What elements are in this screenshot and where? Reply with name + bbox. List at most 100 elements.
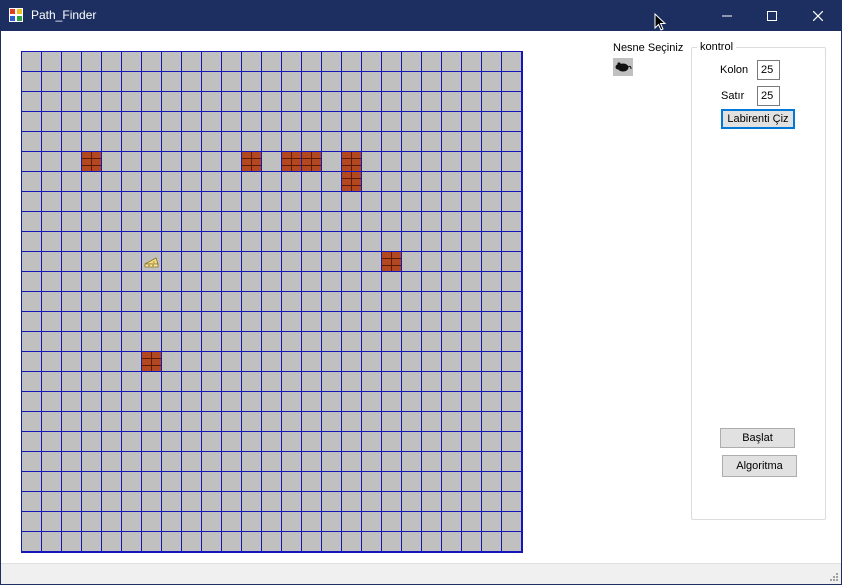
grid-cell[interactable] (302, 492, 322, 512)
grid-cell[interactable] (322, 152, 342, 172)
grid-cell[interactable] (282, 72, 302, 92)
grid-cell[interactable] (62, 532, 82, 552)
grid-cell[interactable] (242, 232, 262, 252)
grid-cell[interactable] (202, 292, 222, 312)
maze-grid[interactable] (21, 51, 523, 553)
grid-cell[interactable] (202, 312, 222, 332)
grid-cell[interactable] (282, 492, 302, 512)
grid-cell[interactable] (62, 432, 82, 452)
grid-cell[interactable] (382, 472, 402, 492)
grid-cell[interactable] (462, 392, 482, 412)
grid-cell[interactable] (122, 112, 142, 132)
grid-cell[interactable] (262, 312, 282, 332)
grid-cell[interactable] (442, 312, 462, 332)
grid-cell[interactable] (462, 72, 482, 92)
grid-cell[interactable] (402, 172, 422, 192)
grid-cell[interactable] (502, 292, 522, 312)
grid-cell[interactable] (62, 52, 82, 72)
grid-cell[interactable] (222, 352, 242, 372)
grid-cell[interactable] (502, 132, 522, 152)
grid-cell[interactable] (442, 292, 462, 312)
grid-cell[interactable] (502, 312, 522, 332)
grid-cell[interactable] (462, 532, 482, 552)
grid-cell[interactable] (282, 272, 302, 292)
grid-cell[interactable] (502, 452, 522, 472)
grid-cell[interactable] (342, 112, 362, 132)
grid-cell[interactable] (322, 72, 342, 92)
grid-cell[interactable] (62, 272, 82, 292)
grid-cell[interactable] (362, 532, 382, 552)
grid-cell[interactable] (362, 152, 382, 172)
grid-cell[interactable] (62, 472, 82, 492)
grid-cell[interactable] (202, 352, 222, 372)
resize-grip-icon[interactable] (828, 571, 838, 581)
grid-cell[interactable] (102, 532, 122, 552)
grid-cell[interactable] (382, 352, 402, 372)
grid-cell[interactable] (102, 112, 122, 132)
grid-cell[interactable] (462, 412, 482, 432)
grid-cell[interactable] (42, 292, 62, 312)
grid-cell[interactable] (62, 132, 82, 152)
grid-cell[interactable] (222, 312, 242, 332)
grid-cell[interactable] (442, 452, 462, 472)
grid-cell[interactable] (502, 72, 522, 92)
grid-cell[interactable] (302, 172, 322, 192)
grid-cell[interactable] (182, 72, 202, 92)
grid-cell[interactable] (162, 332, 182, 352)
grid-cell[interactable] (442, 212, 462, 232)
grid-cell[interactable] (182, 472, 202, 492)
cheese-target-cell[interactable] (142, 252, 162, 272)
grid-cell[interactable] (282, 252, 302, 272)
grid-cell[interactable] (342, 392, 362, 412)
grid-cell[interactable] (302, 72, 322, 92)
grid-cell[interactable] (182, 412, 202, 432)
grid-cell[interactable] (182, 532, 202, 552)
grid-cell[interactable] (242, 492, 262, 512)
grid-cell[interactable] (262, 52, 282, 72)
grid-cell[interactable] (502, 492, 522, 512)
grid-cell[interactable] (122, 492, 142, 512)
grid-cell[interactable] (362, 352, 382, 372)
grid-cell[interactable] (222, 272, 242, 292)
grid-cell[interactable] (322, 412, 342, 432)
grid-cell[interactable] (362, 252, 382, 272)
grid-cell[interactable] (402, 512, 422, 532)
grid-cell[interactable] (262, 392, 282, 412)
grid-cell[interactable] (222, 452, 242, 472)
grid-cell[interactable] (282, 172, 302, 192)
grid-cell[interactable] (302, 52, 322, 72)
grid-cell[interactable] (122, 292, 142, 312)
grid-cell[interactable] (182, 172, 202, 192)
grid-cell[interactable] (362, 492, 382, 512)
grid-cell[interactable] (282, 452, 302, 472)
grid-cell[interactable] (82, 172, 102, 192)
grid-cell[interactable] (502, 152, 522, 172)
grid-cell[interactable] (282, 432, 302, 452)
grid-cell[interactable] (22, 72, 42, 92)
grid-cell[interactable] (202, 452, 222, 472)
grid-cell[interactable] (202, 432, 222, 452)
grid-cell[interactable] (42, 72, 62, 92)
grid-cell[interactable] (202, 252, 222, 272)
grid-cell[interactable] (442, 152, 462, 172)
grid-cell[interactable] (502, 212, 522, 232)
grid-cell[interactable] (362, 372, 382, 392)
grid-cell[interactable] (162, 232, 182, 252)
grid-cell[interactable] (342, 212, 362, 232)
grid-cell[interactable] (302, 532, 322, 552)
grid-cell[interactable] (182, 52, 202, 72)
grid-cell[interactable] (462, 152, 482, 172)
grid-cell[interactable] (442, 372, 462, 392)
grid-cell[interactable] (282, 352, 302, 372)
grid-cell[interactable] (182, 452, 202, 472)
grid-cell[interactable] (242, 352, 262, 372)
grid-cell[interactable] (482, 212, 502, 232)
grid-cell[interactable] (502, 332, 522, 352)
grid-cell[interactable] (122, 192, 142, 212)
grid-cell[interactable] (242, 472, 262, 492)
grid-cell[interactable] (482, 192, 502, 212)
grid-cell[interactable] (302, 452, 322, 472)
grid-cell[interactable] (342, 232, 362, 252)
grid-cell[interactable] (182, 392, 202, 412)
grid-cell[interactable] (42, 492, 62, 512)
